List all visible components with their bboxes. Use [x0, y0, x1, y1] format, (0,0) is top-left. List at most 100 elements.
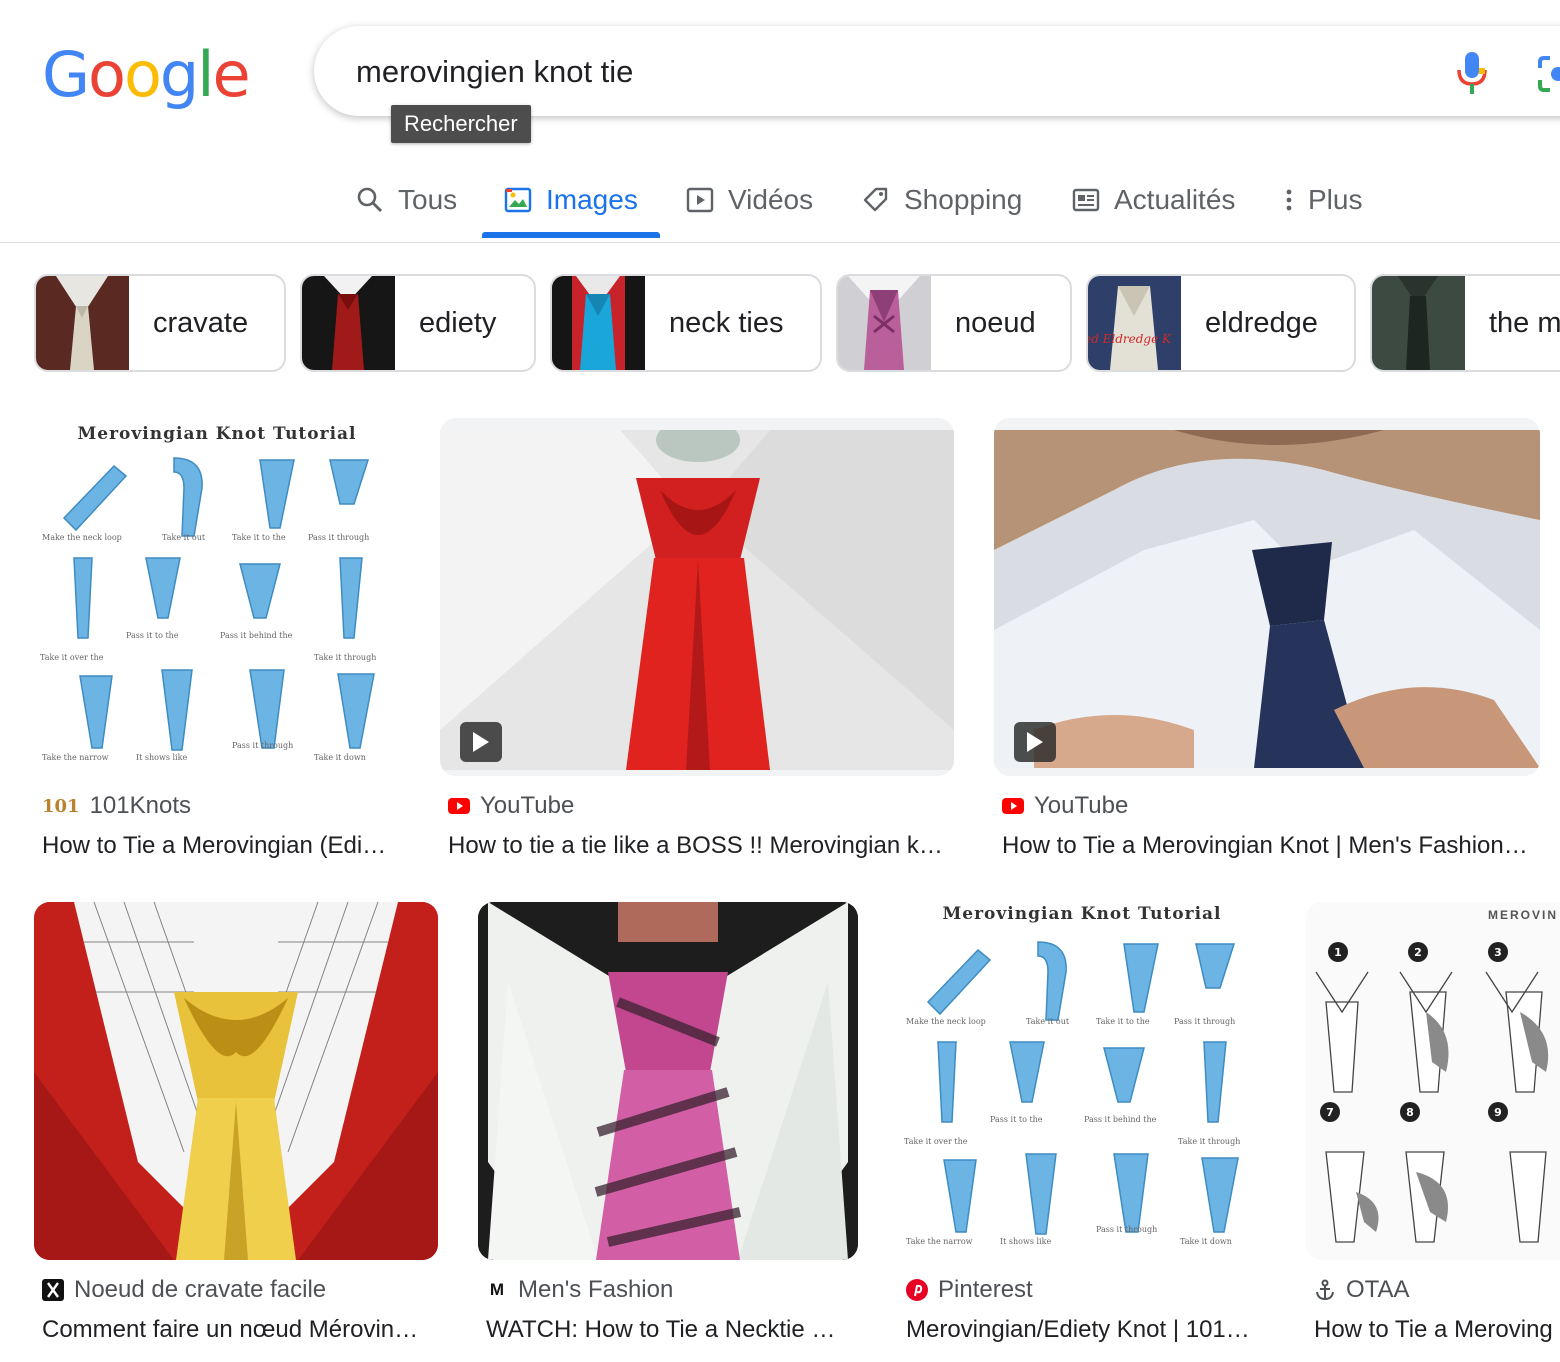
- tab-label: Tous: [398, 184, 458, 215]
- chip-cravate[interactable]: cravate: [34, 274, 286, 372]
- chip-label: the m: [1489, 306, 1560, 339]
- step-number: 3: [1494, 946, 1502, 959]
- source-name: YouTube: [1034, 792, 1129, 819]
- svg-text:Take it over the: Take it over the: [40, 653, 104, 662]
- result-title[interactable]: How to tie a tie like a BOSS !! Meroving…: [448, 832, 948, 860]
- chip-thumbnail: [302, 276, 395, 370]
- tab-news[interactable]: Actualités: [1072, 160, 1235, 240]
- chip-label: cravate: [153, 306, 249, 339]
- step-number: 1: [1334, 946, 1342, 959]
- result-source[interactable]: 101 101Knots: [42, 792, 191, 820]
- chip-noeud[interactable]: noeud: [836, 274, 1072, 372]
- svg-text:Pass it through: Pass it through: [308, 533, 369, 542]
- image-caption-title: Merovingian Knot Tutorial: [942, 904, 1222, 924]
- image-caption-title: MEROVIN: [1488, 908, 1559, 922]
- red-tie-photo: [440, 430, 954, 770]
- chip-eldredge[interactable]: ed Eldredge K eldredge: [1086, 274, 1356, 372]
- chip-ediety[interactable]: ediety: [300, 274, 536, 372]
- result-image[interactable]: [994, 418, 1540, 776]
- tab-images[interactable]: Images: [504, 160, 638, 240]
- result-source[interactable]: YouTube: [448, 792, 574, 820]
- play-icon: [1027, 732, 1043, 752]
- result-title[interactable]: How to Tie a Merovingian (Edi…: [42, 832, 392, 860]
- tab-all[interactable]: Tous: [356, 160, 457, 240]
- image-caption-title: Merovingian Knot Tutorial: [77, 424, 357, 444]
- svg-text:Pass it to the: Pass it to the: [990, 1115, 1043, 1124]
- result-image[interactable]: [34, 902, 438, 1260]
- svg-text:Make the neck loop: Make the neck loop: [906, 1017, 986, 1026]
- navy-tie-photo: [994, 430, 1540, 768]
- search-tooltip: Rechercher: [391, 105, 531, 143]
- chip-the-m[interactable]: the m: [1370, 274, 1560, 372]
- svg-text:Take it out: Take it out: [162, 533, 206, 542]
- svg-text:Pass it to the: Pass it to the: [126, 631, 179, 640]
- tab-shopping[interactable]: Shopping: [862, 160, 1022, 240]
- sketch-diagram: 1 2 3 7 8 9: [1315, 942, 1549, 1243]
- result-image[interactable]: Merovingian Knot Tutorial Make the neck …: [898, 902, 1266, 1260]
- chip-thumbnail: [838, 276, 931, 370]
- youtube-icon: [448, 798, 470, 814]
- tag-icon: [863, 187, 888, 212]
- result-source[interactable]: YouTube: [1002, 792, 1128, 820]
- result-title[interactable]: Merovingian/Ediety Knot | 101…: [906, 1316, 1258, 1344]
- result-title[interactable]: How to Tie a Meroving: [1314, 1316, 1560, 1344]
- play-icon: [473, 732, 489, 752]
- tab-label: Actualités: [1114, 184, 1236, 215]
- tab-videos[interactable]: Vidéos: [686, 160, 813, 240]
- microphone-icon[interactable]: [1452, 50, 1492, 96]
- tab-more[interactable]: Plus: [1282, 160, 1362, 240]
- source-name: OTAA: [1346, 1276, 1410, 1303]
- source-name: YouTube: [480, 792, 575, 819]
- logo-letter: g: [159, 38, 199, 111]
- chip-label: neck ties: [669, 306, 784, 339]
- step-number: 9: [1494, 1106, 1502, 1119]
- svg-text:Pass it behind the: Pass it behind the: [1084, 1115, 1157, 1124]
- chip-neck-ties[interactable]: neck ties: [550, 274, 822, 372]
- result-title[interactable]: How to Tie a Merovingian Knot | Men's Fa…: [1002, 832, 1534, 860]
- result-image[interactable]: [478, 902, 858, 1260]
- svg-text:Take it to the: Take it to the: [1096, 1017, 1150, 1026]
- tab-label: Vidéos: [728, 184, 814, 215]
- svg-text:Make the neck loop: Make the neck loop: [42, 533, 122, 542]
- result-image[interactable]: Merovingian Knot Tutorial Make the neck …: [34, 418, 400, 776]
- result-source[interactable]: OTAA: [1314, 1276, 1410, 1304]
- source-name: Pinterest: [938, 1276, 1033, 1303]
- 101knots-favicon: 101: [42, 795, 80, 817]
- result-source[interactable]: Noeud de cravate facile: [42, 1276, 326, 1304]
- result-source[interactable]: M Men's Fashion: [486, 1276, 673, 1304]
- result-image[interactable]: MEROVIN 1 2 3 7 8 9: [1306, 902, 1560, 1260]
- result-image[interactable]: [440, 418, 954, 776]
- svg-text:It shows like: It shows like: [136, 753, 187, 762]
- tutorial-diagram: Make the neck loop Take it out Take it to …: [904, 941, 1240, 1246]
- google-logo[interactable]: Google: [42, 38, 251, 111]
- logo-letter: l: [197, 38, 214, 111]
- gold-tie-photo: [34, 902, 438, 1260]
- step-number: 8: [1406, 1106, 1414, 1119]
- logo-letter: e: [212, 38, 251, 111]
- search-input[interactable]: merovingien knot tie: [356, 50, 633, 94]
- svg-text:Pass it through: Pass it through: [1174, 1017, 1235, 1026]
- svg-text:Take the narrow: Take the narrow: [42, 753, 109, 762]
- chip-thumbnail: [36, 276, 129, 370]
- logo-letter: o: [123, 38, 162, 111]
- image-icon: [504, 187, 532, 213]
- result-source[interactable]: Pinterest: [906, 1276, 1033, 1304]
- svg-text:Take it to the: Take it to the: [232, 533, 286, 542]
- chip-thumbnail: [1372, 276, 1465, 370]
- step-number: 7: [1326, 1106, 1334, 1119]
- pink-tie-photo: [478, 902, 858, 1260]
- result-title[interactable]: Comment faire un nœud Mérovin…: [42, 1316, 434, 1344]
- svg-text:Take it down: Take it down: [1180, 1237, 1232, 1246]
- chip-thumbnail: [552, 276, 645, 370]
- youtube-icon: [1002, 798, 1024, 814]
- result-title[interactable]: WATCH: How to Tie a Necktie …: [486, 1316, 846, 1344]
- play-button[interactable]: [1014, 722, 1056, 762]
- play-button[interactable]: [460, 722, 502, 762]
- chip-thumbnail: ed Eldredge K: [1088, 276, 1181, 370]
- lens-icon[interactable]: [1536, 54, 1560, 94]
- svg-text:Take the narrow: Take the narrow: [906, 1237, 973, 1246]
- chip-label: noeud: [955, 306, 1036, 339]
- source-name: 101Knots: [89, 792, 191, 819]
- noeud-favicon-icon: [42, 1279, 64, 1301]
- news-icon: [1072, 188, 1100, 212]
